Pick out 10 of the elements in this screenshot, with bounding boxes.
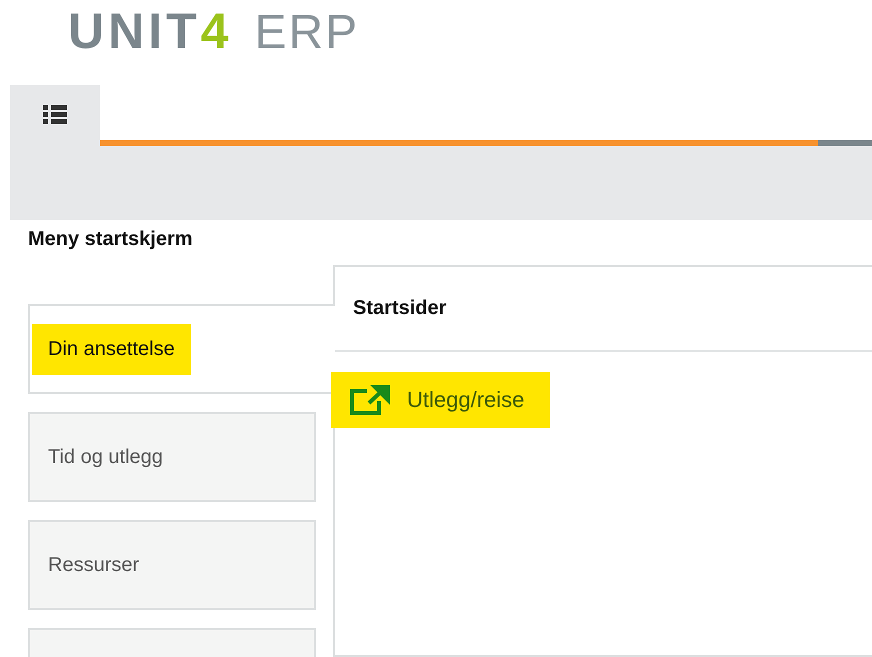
list-icon xyxy=(43,105,67,125)
panel-title: Startsider xyxy=(335,267,872,352)
sidebar-item[interactable]: Tid og utlegg xyxy=(28,412,316,502)
external-link-icon xyxy=(349,384,391,416)
logo-wordmark: UNIT4 xyxy=(68,6,232,56)
menu-title: Meny startskjerm xyxy=(27,227,194,252)
sidebar-item[interactable]: Ressurser xyxy=(28,520,316,610)
sidebar-item[interactable]: Din ansettelse xyxy=(28,304,335,394)
start-page-link[interactable]: Utlegg/reise xyxy=(331,372,550,428)
product-name: ERP xyxy=(254,9,360,57)
